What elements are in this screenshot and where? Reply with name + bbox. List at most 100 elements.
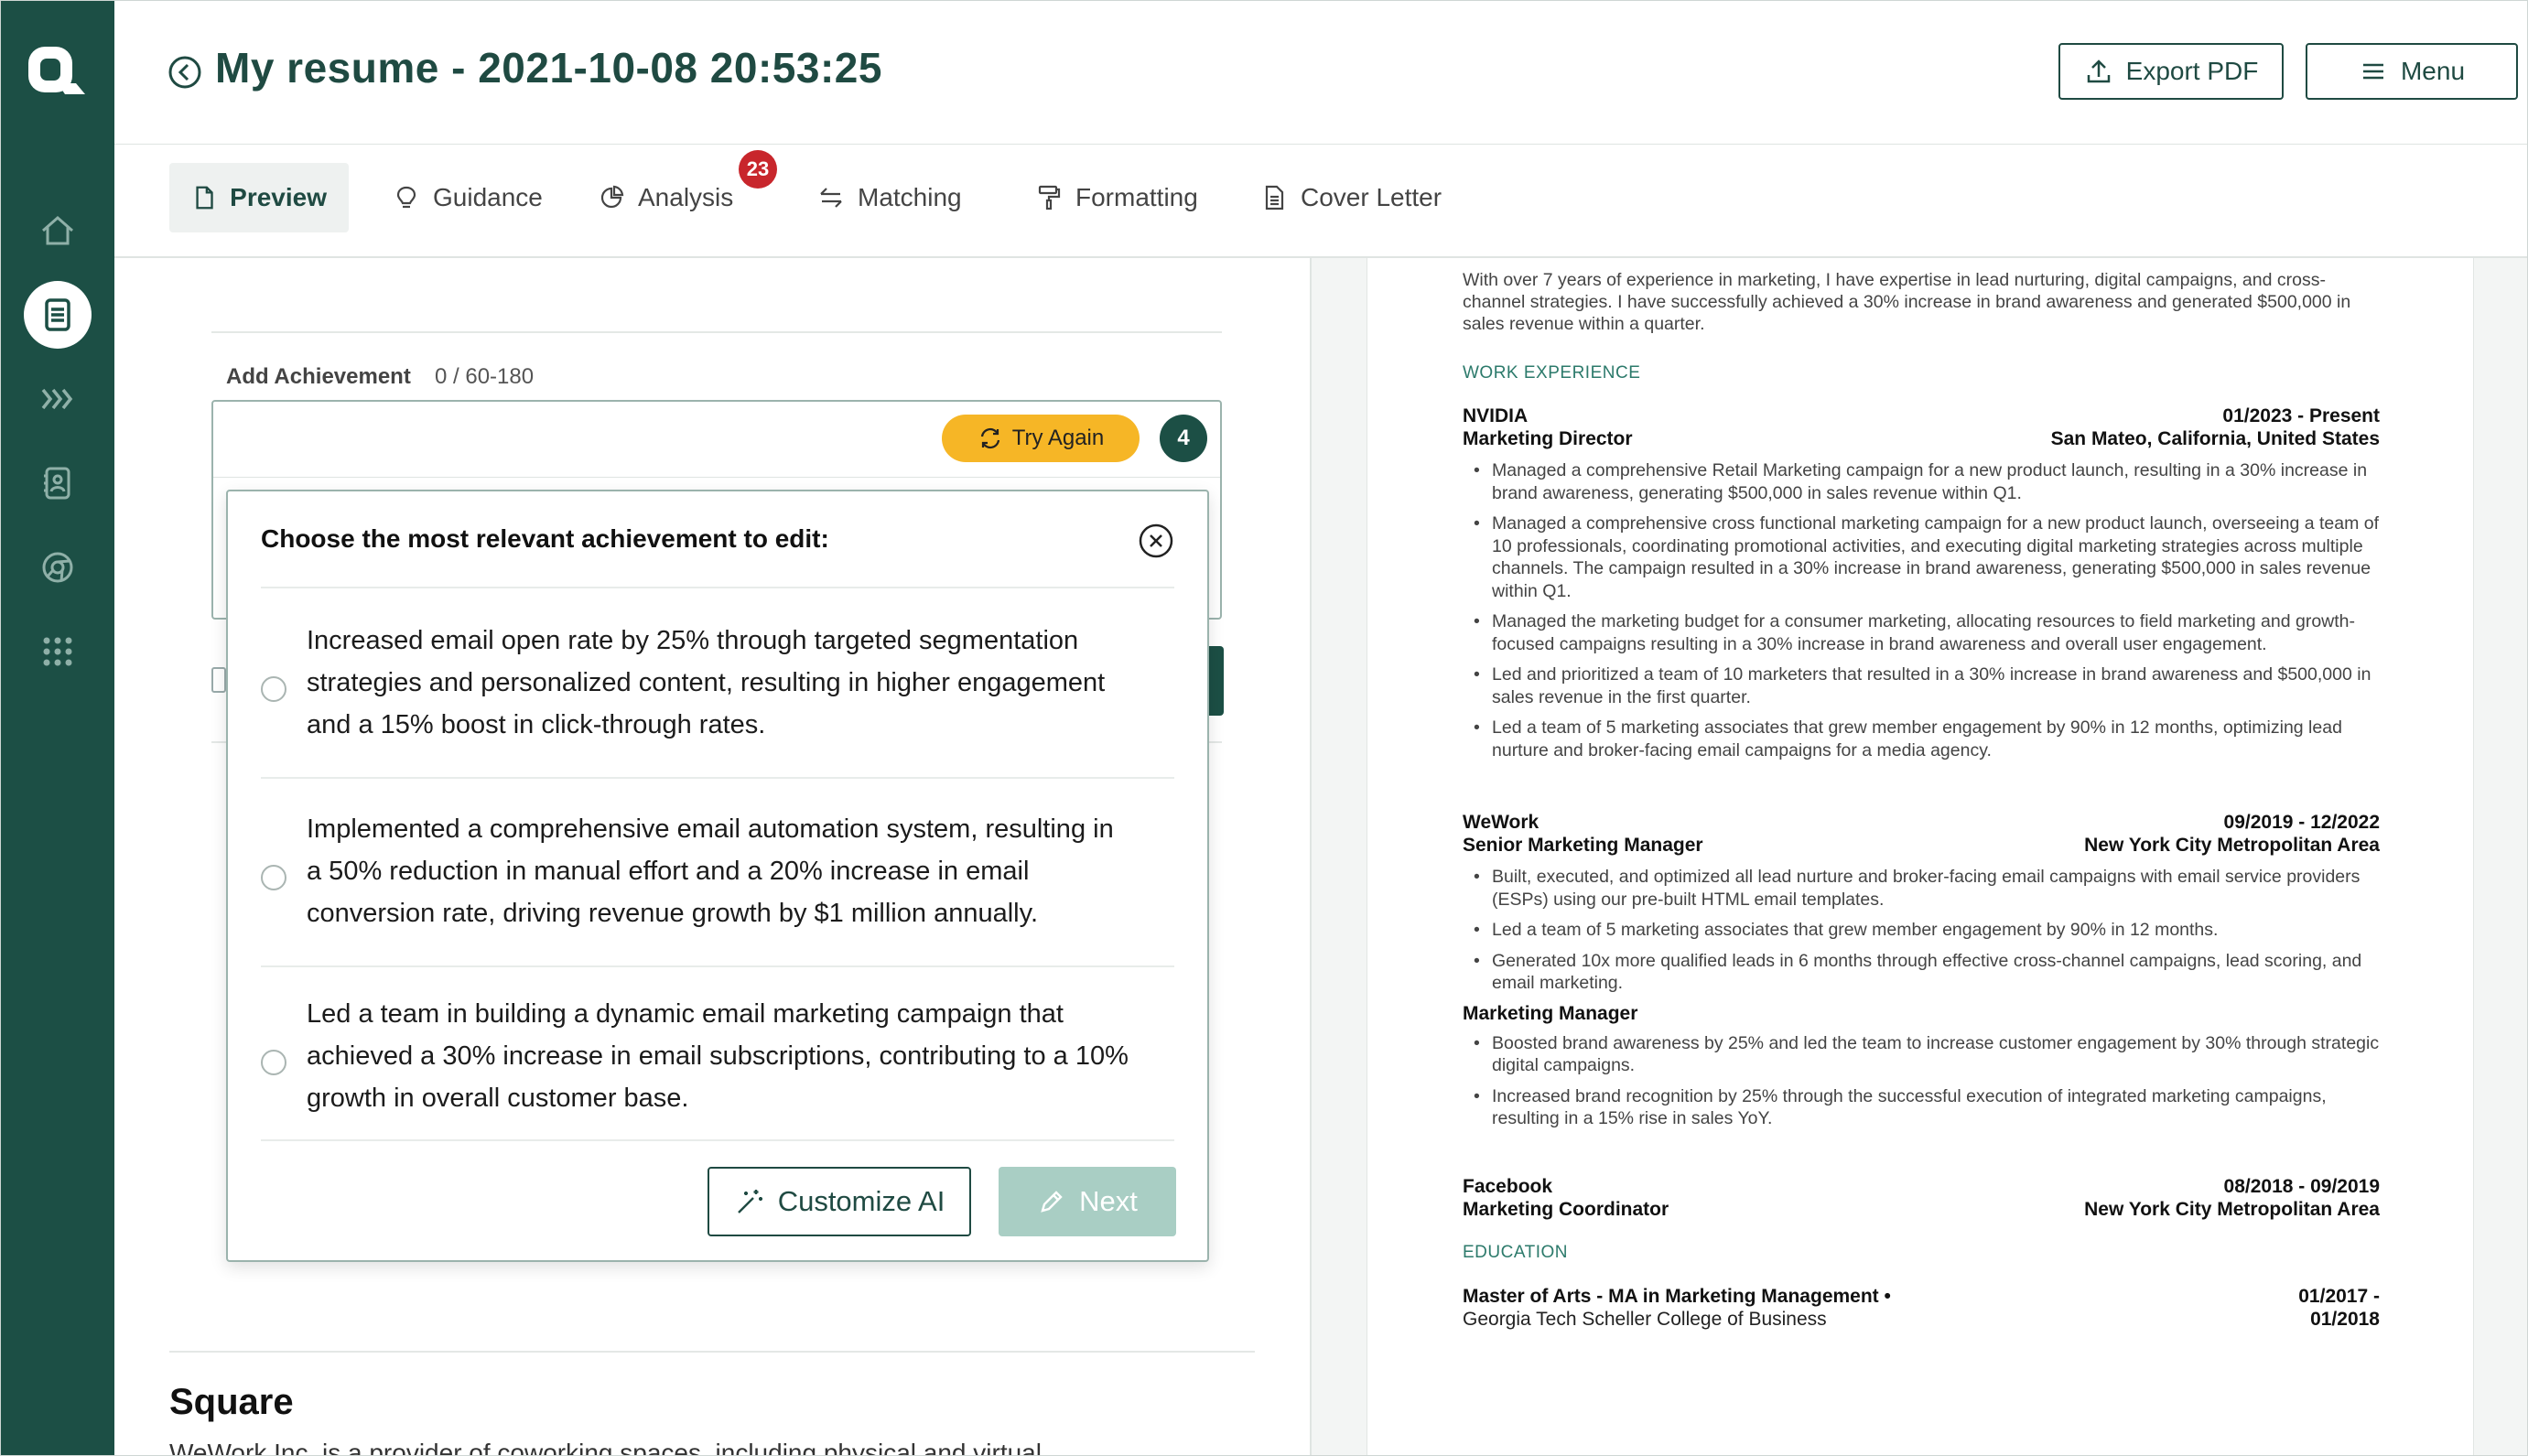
achievement-char-count: 0 / 60-180 (435, 364, 535, 389)
magic-wand-icon (737, 1190, 762, 1213)
degree: Master of Arts - MA in Marketing Managem… (1463, 1286, 1891, 1307)
menu-label: Menu (2400, 57, 2466, 85)
next-label: Next (1079, 1185, 1138, 1217)
analysis-count-badge: 23 (739, 150, 777, 189)
modal-title: Choose the most relevant achievement to … (261, 524, 829, 553)
chevrons-icon[interactable] (24, 365, 92, 433)
pencil-icon (1041, 1191, 1063, 1213)
tab-analysis[interactable]: Analysis (576, 163, 755, 232)
next-button[interactable]: Next (999, 1167, 1176, 1236)
job-location: San Mateo, California, United States (2050, 428, 2380, 449)
tab-cover-letter[interactable]: Cover Letter (1238, 163, 1464, 232)
job-location: New York City Metropolitan Area (2084, 835, 2380, 856)
divider (261, 587, 1174, 588)
divider (213, 477, 1220, 478)
company-name: Facebook (1463, 1176, 1553, 1197)
tab-guidance-label: Guidance (433, 183, 543, 211)
option-line: strategies and personalized content, res… (307, 668, 1106, 697)
option-line: and a 15% boost in click-through rates. (307, 710, 766, 739)
resume-page: With over 7 years of experience in marke… (1367, 258, 2474, 1455)
job-bullet: Increased brand recognition by 25% throu… (1463, 1085, 2380, 1130)
checkbox[interactable] (211, 667, 226, 693)
job-title: Senior Marketing Manager (1463, 835, 1703, 856)
education-heading: EDUCATION (1463, 1243, 1568, 1262)
export-pdf-button[interactable]: Export PDF (2058, 43, 2284, 100)
customize-ai-label: Customize AI (777, 1185, 945, 1217)
divider (261, 1139, 1174, 1141)
education-dates-start: 01/2017 - (2298, 1286, 2380, 1307)
radio-button[interactable] (261, 1050, 286, 1075)
tab-formatting[interactable]: Formatting (1013, 163, 1220, 232)
option-line: Increased email open rate by 25% through… (307, 626, 1079, 655)
education-entry: Master of Arts - MA in Marketing Managem… (1463, 1285, 2380, 1331)
sidebar (1, 1, 114, 1455)
divider (261, 777, 1174, 779)
achievement-option[interactable]: Led a team in building a dynamic email m… (261, 993, 1176, 1130)
action-button[interactable] (1209, 646, 1224, 716)
job-bullet: Generated 10x more qualified leads in 6 … (1463, 950, 2380, 995)
export-pdf-label: Export PDF (2125, 57, 2259, 85)
section-description: WeWork Inc. is a provider of coworking s… (169, 1439, 1042, 1456)
option-line: a 50% reduction in manual effort and a 2… (307, 857, 1030, 886)
lightbulb-icon (396, 186, 416, 209)
refresh-icon (980, 427, 999, 449)
education-dates-end: 01/2018 (2310, 1309, 2380, 1330)
resume-icon[interactable] (24, 281, 92, 349)
divider (169, 1351, 1255, 1353)
document-icon (196, 186, 213, 210)
pie-chart-icon (600, 185, 624, 209)
job-bullet: Led a team of 5 marketing associates tha… (1463, 717, 2380, 761)
attempts-count-badge: 4 (1160, 415, 1207, 462)
divider (261, 965, 1174, 967)
try-again-button[interactable]: Try Again (942, 415, 1140, 462)
add-achievement-label: Add Achievement (226, 364, 411, 389)
chrome-icon[interactable] (24, 534, 92, 601)
job-entry: WeWork 09/2019 - 12/2022 Senior Marketin… (1463, 811, 2380, 1138)
job-bullet: Managed a comprehensive cross functional… (1463, 512, 2380, 602)
job-bullet: Managed a comprehensive Retail Marketing… (1463, 459, 2380, 504)
job-title: Marketing Director (1463, 428, 1633, 449)
radio-button[interactable] (261, 676, 286, 702)
home-icon[interactable] (24, 197, 92, 264)
option-line: growth in overall customer base. (307, 1084, 689, 1113)
top-header: My resume - 2021-10-08 20:53:25 Export P… (114, 1, 2527, 145)
tab-matching-label: Matching (858, 183, 962, 211)
tab-analysis-label: Analysis (638, 183, 734, 211)
apps-grid-icon[interactable] (24, 618, 92, 685)
arrows-swap-icon (820, 188, 842, 208)
achievement-option[interactable]: Increased email open rate by 25% through… (261, 620, 1176, 757)
radio-button[interactable] (261, 865, 286, 890)
tab-formatting-label: Formatting (1075, 183, 1198, 211)
resume-preview-pane: With over 7 years of experience in marke… (1312, 258, 2527, 1455)
contacts-icon[interactable] (24, 449, 92, 517)
job-bullet: Managed the marketing budget for a consu… (1463, 610, 2380, 655)
customize-ai-button[interactable]: Customize AI (708, 1167, 971, 1236)
job-location: New York City Metropolitan Area (2084, 1199, 2380, 1220)
job-entry: Facebook 08/2018 - 09/2019 Marketing Coo… (1463, 1175, 2380, 1221)
company-name: NVIDIA (1463, 405, 1529, 426)
achievement-option[interactable]: Implemented a comprehensive email automa… (261, 808, 1176, 945)
tab-preview[interactable]: Preview (169, 163, 349, 232)
divider (211, 331, 1222, 333)
close-icon[interactable] (1138, 523, 1174, 559)
option-line: Led a team in building a dynamic email m… (307, 999, 1064, 1029)
achievement-picker-modal: Choose the most relevant achievement to … (226, 490, 1209, 1262)
app-logo-icon[interactable] (25, 43, 94, 107)
back-icon[interactable] (167, 55, 202, 90)
hamburger-icon (2362, 63, 2383, 80)
job-title: Marketing Coordinator (1463, 1199, 1669, 1220)
page-title: My resume - 2021-10-08 20:53:25 (215, 44, 882, 92)
menu-button[interactable]: Menu (2306, 43, 2518, 100)
upload-icon (2087, 59, 2110, 83)
tab-guidance[interactable]: Guidance (371, 163, 565, 232)
job-dates: 09/2019 - 12/2022 (2223, 812, 2380, 833)
company-name: WeWork (1463, 812, 1539, 833)
job-dates: 01/2023 - Present (2222, 405, 2380, 426)
option-line: achieved a 30% increase in email subscri… (307, 1041, 1129, 1071)
job-bullet: Boosted brand awareness by 25% and led t… (1463, 1032, 2380, 1077)
option-line: conversion rate, driving revenue growth … (307, 899, 1039, 928)
tab-cover-letter-label: Cover Letter (1301, 183, 1442, 211)
job-bullet: Led and prioritized a team of 10 markete… (1463, 663, 2380, 708)
tab-bar: Preview Guidance Analysis 23 Matching Fo… (114, 145, 2527, 258)
tab-matching[interactable]: Matching (795, 163, 984, 232)
